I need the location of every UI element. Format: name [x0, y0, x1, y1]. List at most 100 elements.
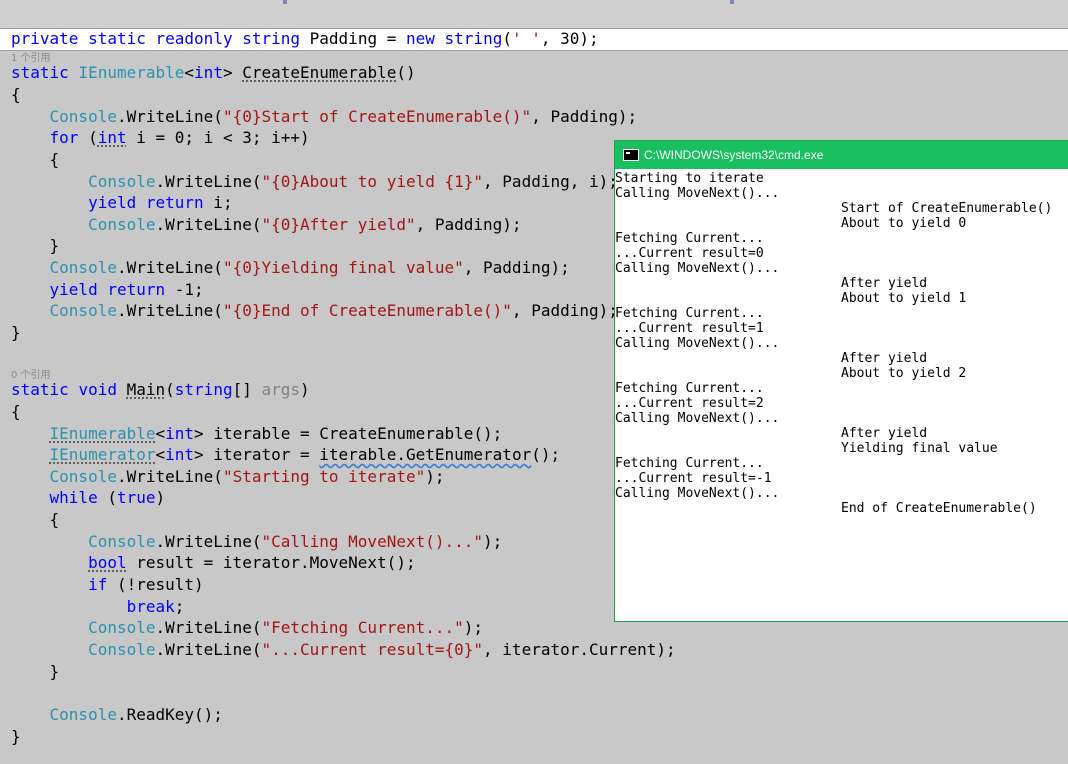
- code-line[interactable]: break;: [11, 596, 185, 617]
- code-line[interactable]: IEnumerator<int> iterator = iterable.Get…: [11, 444, 561, 465]
- code-line[interactable]: Console.ReadKey();: [11, 704, 223, 725]
- code-line[interactable]: bool result = iterator.MoveNext();: [11, 552, 416, 573]
- code-token: IEnumerable: [78, 63, 185, 82]
- code-line[interactable]: Console.WriteLine("Calling MoveNext()...…: [11, 531, 502, 552]
- code-line[interactable]: while (true): [11, 487, 166, 508]
- code-line[interactable]: private static readonly string Padding =…: [11, 28, 599, 49]
- code-token: , Padding);: [415, 215, 522, 234]
- code-token: -1;: [165, 280, 204, 299]
- code-line[interactable]: {: [11, 149, 60, 170]
- code-line[interactable]: static IEnumerable<int> CreateEnumerable…: [11, 62, 416, 83]
- code-token: {: [11, 402, 21, 421]
- code-token: .WriteLine(: [116, 467, 223, 486]
- code-token: (: [78, 128, 98, 147]
- console-line: Calling MoveNext()...: [615, 336, 780, 351]
- code-line[interactable]: {: [11, 84, 21, 105]
- code-token: static: [11, 63, 69, 82]
- console-line: After yield: [841, 426, 928, 441]
- console-line: Yielding final value: [841, 441, 998, 456]
- code-token: .WriteLine(: [155, 618, 262, 637]
- code-line[interactable]: for (int i = 0; i < 3; i++): [11, 127, 310, 148]
- code-token: int: [165, 445, 195, 464]
- code-token: }: [11, 662, 60, 681]
- code-line[interactable]: }: [11, 235, 60, 256]
- code-line[interactable]: Console.WriteLine("{0}Start of CreateEnu…: [11, 106, 638, 127]
- code-token: string: [444, 29, 503, 48]
- code-token: ' ': [511, 29, 541, 48]
- code-line[interactable]: Console.WriteLine("{0}After yield", Padd…: [11, 214, 522, 235]
- code-token: }: [11, 727, 21, 746]
- code-token: int: [194, 63, 223, 82]
- code-token: {: [11, 150, 60, 169]
- code-line[interactable]: yield return -1;: [11, 279, 204, 300]
- code-line[interactable]: }: [11, 322, 21, 343]
- code-line[interactable]: Console.WriteLine("Fetching Current...")…: [11, 617, 483, 638]
- code-token: yield: [88, 193, 137, 212]
- code-token: > iterable = CreateEnumerable();: [194, 424, 503, 443]
- code-token: ): [300, 380, 310, 399]
- code-line[interactable]: Console.WriteLine("{0}About to yield {1}…: [11, 171, 618, 192]
- code-token: "Fetching Current...": [261, 618, 464, 637]
- code-token: true: [116, 488, 156, 507]
- console-line: Start of CreateEnumerable(): [841, 201, 1053, 216]
- code-token: .WriteLine(: [116, 258, 223, 277]
- code-token: i = 0; i < 3; i++): [126, 128, 310, 147]
- console-window[interactable]: C:\WINDOWS\system32\cmd.exe Starting to …: [614, 140, 1068, 622]
- code-token: i;: [203, 193, 233, 212]
- console-title-bar[interactable]: C:\WINDOWS\system32\cmd.exe: [615, 141, 1068, 169]
- code-token: readonly: [155, 29, 233, 48]
- code-line[interactable]: yield return i;: [11, 192, 233, 213]
- code-token: yield: [49, 280, 98, 299]
- code-token: for: [49, 128, 79, 147]
- code-token: Console: [88, 172, 156, 191]
- code-token: }: [11, 323, 21, 342]
- code-line[interactable]: Console.WriteLine("...Current result={0}…: [11, 639, 676, 660]
- code-token: "{0}Yielding final value": [222, 258, 464, 277]
- code-line[interactable]: }: [11, 661, 60, 682]
- code-line[interactable]: Console.WriteLine("{0}End of CreateEnume…: [11, 300, 618, 321]
- code-token: args: [261, 380, 301, 399]
- code-token: "{0}About to yield {1}": [261, 172, 484, 191]
- code-token: {: [11, 510, 60, 529]
- code-line[interactable]: Console.WriteLine("Starting to iterate")…: [11, 466, 445, 487]
- code-token: ): [155, 488, 166, 507]
- code-token: break: [126, 597, 175, 616]
- code-token: Console: [88, 532, 156, 551]
- code-line[interactable]: if (!result): [11, 574, 204, 595]
- code-token: bool: [88, 553, 127, 572]
- code-line[interactable]: }: [11, 726, 21, 747]
- code-token: Console: [49, 301, 117, 320]
- code-token: , Padding);: [531, 107, 638, 126]
- code-token: Console: [88, 640, 156, 659]
- code-line[interactable]: {: [11, 401, 21, 422]
- code-token: static: [11, 380, 69, 399]
- code-token: <: [184, 63, 195, 82]
- code-token: , Padding);: [463, 258, 570, 277]
- code-token: , 30);: [540, 29, 599, 48]
- code-token: result = iterator.MoveNext();: [126, 553, 416, 572]
- console-line: Fetching Current...: [615, 306, 764, 321]
- code-line[interactable]: IEnumerable<int> iterable = CreateEnumer…: [11, 423, 503, 444]
- code-token: .WriteLine(: [155, 215, 262, 234]
- code-token: int: [97, 128, 127, 147]
- code-token: IEnumerable: [49, 424, 156, 443]
- code-token: "{0}End of CreateEnumerable()": [222, 301, 512, 320]
- code-token: Console: [49, 107, 117, 126]
- code-line[interactable]: Console.WriteLine("{0}Yielding final val…: [11, 257, 570, 278]
- code-token: "Calling MoveNext()...": [261, 532, 484, 551]
- code-token: iterable.GetEnumerator: [319, 445, 532, 464]
- code-line[interactable]: static void Main(string[] args): [11, 379, 310, 400]
- code-line[interactable]: {: [11, 509, 60, 530]
